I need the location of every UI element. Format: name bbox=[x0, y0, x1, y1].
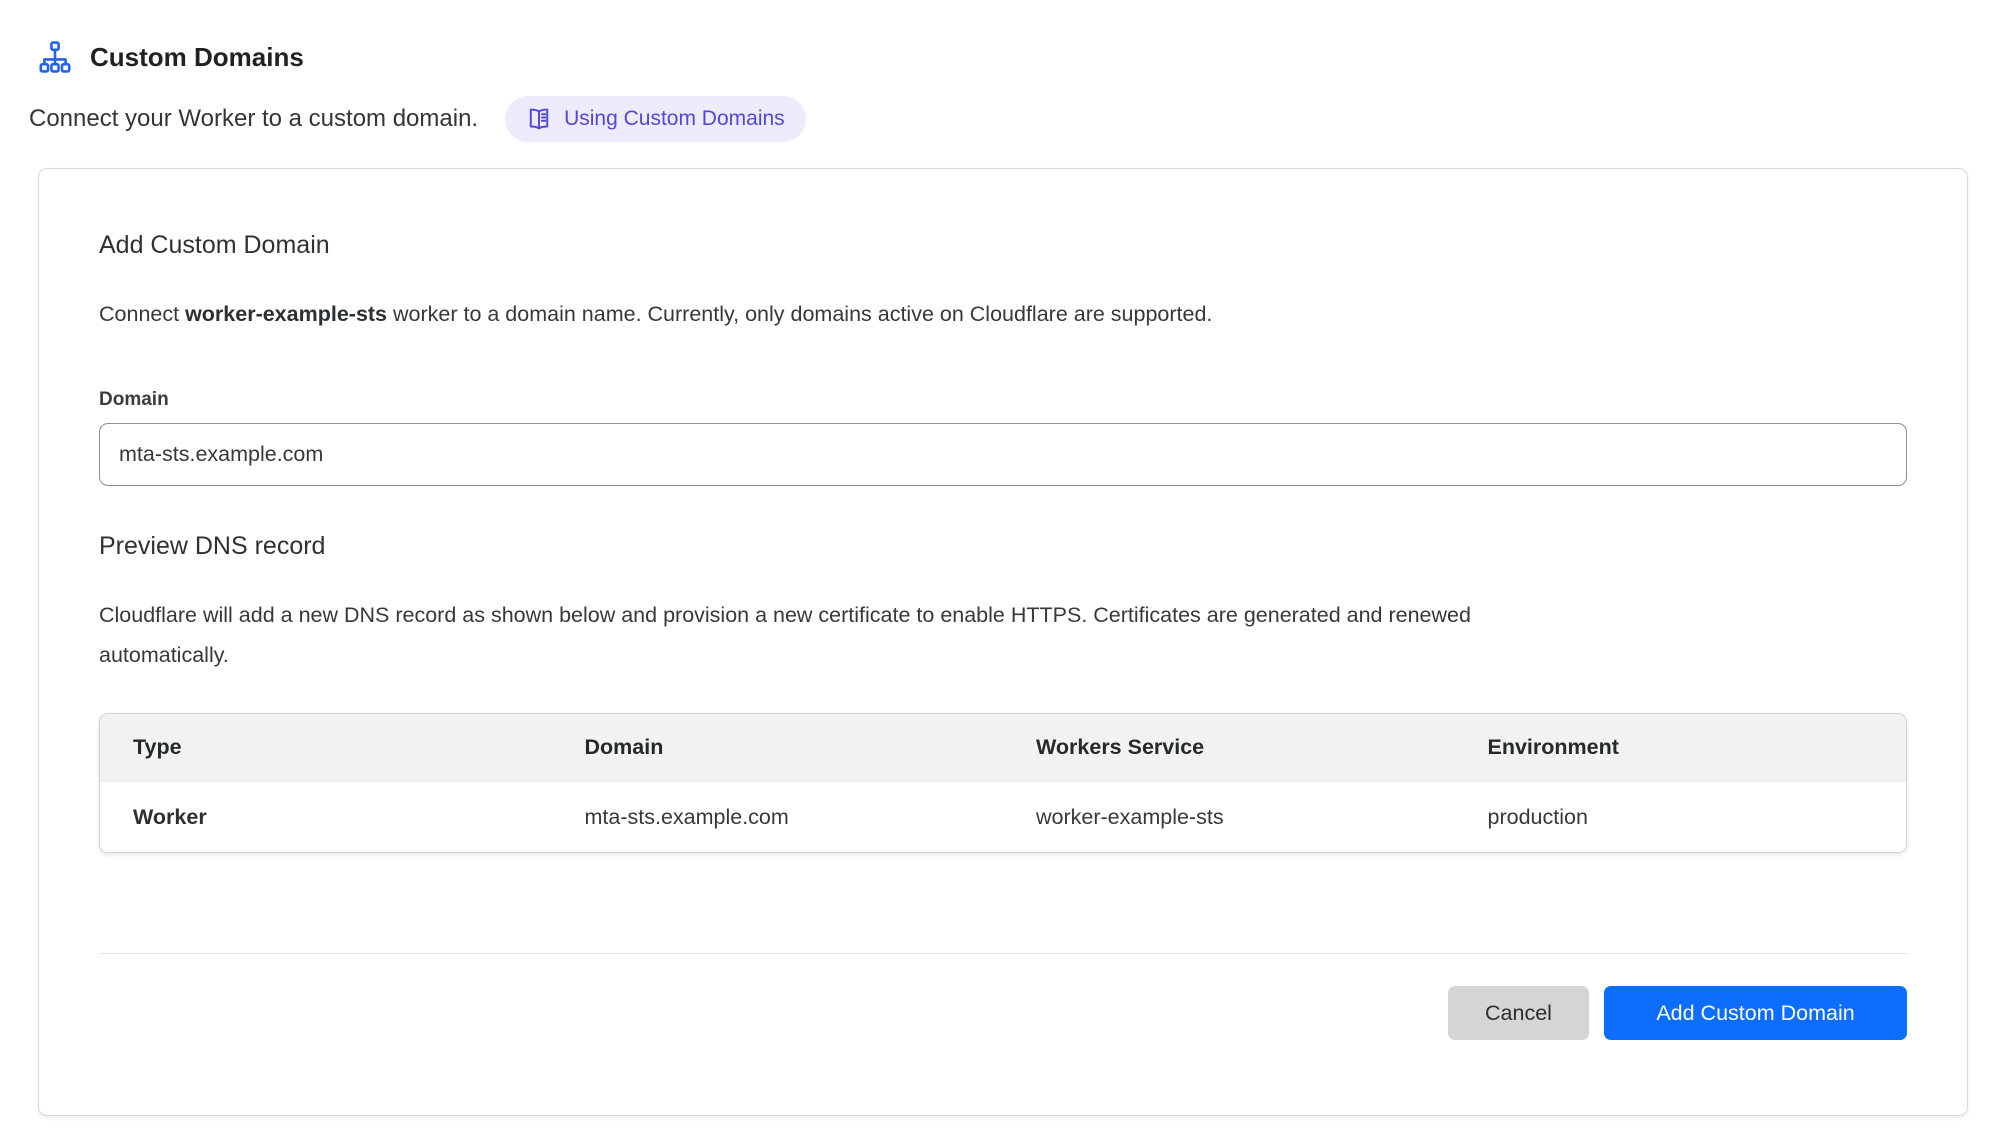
card-actions: Cancel Add Custom Domain bbox=[99, 986, 1907, 1040]
worker-name: worker-example-sts bbox=[185, 302, 387, 326]
page-subtitle: Connect your Worker to a custom domain. bbox=[29, 105, 478, 133]
custom-domains-page: Custom Domains Connect your Worker to a … bbox=[0, 0, 1999, 1116]
page-header: Custom Domains bbox=[38, 38, 1999, 76]
book-open-icon bbox=[526, 106, 552, 132]
table-cell-workers-service: worker-example-sts bbox=[1003, 805, 1455, 830]
page-title: Custom Domains bbox=[90, 42, 304, 73]
table-cell-domain: mta-sts.example.com bbox=[552, 805, 1004, 830]
add-custom-domain-button[interactable]: Add Custom Domain bbox=[1604, 986, 1907, 1040]
docs-link-using-custom-domains[interactable]: Using Custom Domains bbox=[505, 96, 806, 142]
preview-dns-description: Cloudflare will add a new DNS record as … bbox=[99, 595, 1569, 675]
page-subtitle-row: Connect your Worker to a custom domain. … bbox=[29, 96, 1999, 142]
footer-divider bbox=[99, 953, 1907, 954]
sitemap-icon bbox=[38, 40, 72, 74]
table-header-workers-service: Workers Service bbox=[1003, 735, 1455, 760]
table-header-type: Type bbox=[100, 735, 552, 760]
card-intro: Connect worker-example-sts worker to a d… bbox=[99, 302, 1907, 327]
intro-suffix: worker to a domain name. Currently, only… bbox=[387, 302, 1212, 326]
table-header-domain: Domain bbox=[552, 735, 1004, 760]
table-row: Worker mta-sts.example.com worker-exampl… bbox=[100, 782, 1906, 852]
table-header-row: Type Domain Workers Service Environment bbox=[100, 714, 1906, 782]
domain-input[interactable] bbox=[99, 423, 1907, 486]
docs-link-label: Using Custom Domains bbox=[564, 107, 785, 131]
card-heading: Add Custom Domain bbox=[99, 231, 1907, 260]
add-custom-domain-card: Add Custom Domain Connect worker-example… bbox=[38, 168, 1968, 1116]
dns-preview-table: Type Domain Workers Service Environment … bbox=[99, 713, 1907, 853]
table-cell-environment: production bbox=[1455, 805, 1907, 830]
cancel-button[interactable]: Cancel bbox=[1448, 986, 1589, 1040]
table-cell-type: Worker bbox=[100, 805, 552, 830]
intro-prefix: Connect bbox=[99, 302, 185, 326]
domain-field-label: Domain bbox=[99, 389, 1907, 411]
table-header-environment: Environment bbox=[1455, 735, 1907, 760]
preview-dns-heading: Preview DNS record bbox=[99, 532, 1907, 561]
